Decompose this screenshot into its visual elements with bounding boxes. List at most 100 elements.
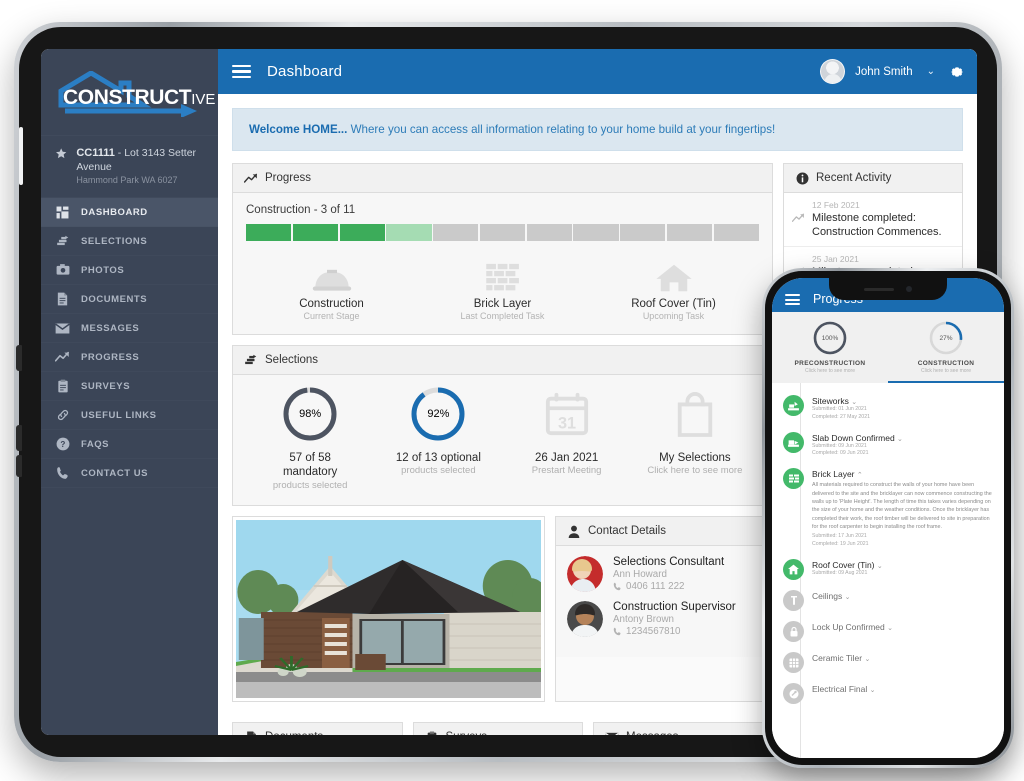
progress-step[interactable]: Brick Layer ⌃ All materials required to c… <box>772 464 1004 555</box>
gear-icon[interactable] <box>949 64 965 80</box>
step-meta: Submitted: 09 Aug 2021 <box>812 570 868 577</box>
progress-step[interactable]: Ceilings ⌄ <box>772 586 1004 617</box>
logo-main: CONSTRUCT <box>63 86 192 109</box>
contact-card-header: Contact Details <box>556 517 772 547</box>
link-icon <box>55 408 70 423</box>
construction-ring: 27% <box>928 320 964 356</box>
chevron-icon[interactable]: ⌄ <box>877 563 883 570</box>
activity-item[interactable]: 12 Feb 2021 Milestone completed: Construc… <box>784 193 962 248</box>
step-content: Slab Down Confirmed ⌄ Submitted: 09 Jun 2… <box>812 432 903 459</box>
bottom-cards-row: Documents <box>232 722 773 735</box>
chevron-icon[interactable]: ⌃ <box>857 472 863 479</box>
sidebar-item-useful-links[interactable]: USEFUL LINKS <box>41 401 218 431</box>
progress-step[interactable]: Ceramic Tiler ⌄ <box>772 648 1004 679</box>
progress-step[interactable]: Siteworks ⌄ Submitted: 01 Jun 2021 Complet… <box>772 391 1004 428</box>
chevron-icon[interactable]: ⌄ <box>845 594 851 601</box>
hamburger-icon[interactable] <box>232 64 251 79</box>
excavator-icon <box>783 395 804 416</box>
activity-text: Milestone completed: Construction Commen… <box>812 212 942 239</box>
chevron-icon[interactable]: ⌄ <box>870 687 876 694</box>
progress-segment <box>573 224 619 241</box>
contact-role: Construction Supervisor <box>613 601 736 614</box>
progress-step[interactable]: Slab Down Confirmed ⌄ Submitted: 09 Jun 2… <box>772 428 1004 465</box>
mandatory-percent: 98% <box>299 408 322 420</box>
contact-phone-row[interactable]: 1234567810 <box>613 626 736 637</box>
front-camera-icon <box>906 286 912 292</box>
step-meta: Completed: 09 Jun 2021 <box>812 450 869 457</box>
tab-preconstruction[interactable]: 100% PRECONSTRUCTION Click here to see m… <box>772 312 888 383</box>
progress-stage-current: Construction Current Stage <box>246 257 417 321</box>
tablet-volume-up-button[interactable] <box>16 345 22 371</box>
sidebar-item-documents[interactable]: DOCUMENTS <box>41 285 218 315</box>
selections-card-header: Selections <box>233 346 772 375</box>
welcome-rest: Where you can access all information rel… <box>347 123 776 136</box>
messages-card-header: Messages <box>594 723 772 735</box>
ceiling-icon <box>783 590 804 612</box>
avatar[interactable] <box>820 59 846 84</box>
envelope-icon <box>55 321 70 336</box>
sidebar-item-photos[interactable]: PHOTOS <box>41 256 218 286</box>
page-title: Dashboard <box>267 63 343 80</box>
tablet-volume-down-button[interactable] <box>16 425 22 451</box>
progress-step[interactable]: Lock Up Confirmed ⌄ <box>772 617 1004 648</box>
progress-step[interactable]: Roof Cover (Tin) ⌄ Submitted: 09 Aug 2021 <box>772 555 1004 586</box>
plug-icon <box>783 683 804 705</box>
messages-card-title: Messages <box>626 731 678 735</box>
trend-icon <box>244 171 258 185</box>
tablet-power-button[interactable] <box>16 455 22 477</box>
step-content: Roof Cover (Tin) ⌄ Submitted: 09 Aug 2021 <box>812 559 883 580</box>
prestart-sub: Prestart Meeting <box>531 465 602 477</box>
sidebar-item-progress[interactable]: PROGRESS <box>41 343 218 373</box>
contact-name: Antony Brown <box>613 614 674 626</box>
surveys-card-title: Surveys <box>446 731 488 735</box>
documents-card[interactable]: Documents <box>232 722 403 735</box>
project-selector[interactable]: CC1111 - Lot 3143 Setter Avenue Hammond … <box>41 135 218 199</box>
welcome-bold: Welcome HOME... <box>249 123 348 136</box>
sidebar-item-faqs[interactable]: ? FAQS <box>41 430 218 460</box>
chevron-icon[interactable]: ⌄ <box>851 399 857 406</box>
phone-progress-list[interactable]: Siteworks ⌄ Submitted: 01 Jun 2021 Complet… <box>772 383 1004 758</box>
logo-wrap: CONSTRUCTIVE <box>41 49 218 135</box>
house-illustration <box>236 520 541 699</box>
sidebar-item-label: SURVEYS <box>81 380 131 392</box>
chevron-icon[interactable]: ⌄ <box>897 436 903 443</box>
question-icon: ? <box>55 437 70 452</box>
selections-row: 98% 57 of 58 mandatory products selected <box>246 386 759 492</box>
contact-person: Construction Supervisor Antony Brown 123… <box>567 601 761 638</box>
surveys-card[interactable]: Surveys <box>412 722 583 735</box>
progress-card-body: Construction - 3 of 11 Construction Curr… <box>233 193 772 334</box>
house-icon <box>783 559 804 581</box>
step-title: Lock Up Confirmed ⌄ <box>812 622 893 633</box>
logo-suffix: IVE <box>191 91 216 108</box>
phone-tabs: 100% PRECONSTRUCTION Click here to see m… <box>772 312 1004 383</box>
sidebar-item-dashboard[interactable]: DASHBOARD <box>41 198 218 228</box>
stage-sub: Last Completed Task <box>460 311 545 321</box>
sidebar-item-contact-us[interactable]: CONTACT US <box>41 459 218 489</box>
sidebar-item-messages[interactable]: MESSAGES <box>41 314 218 344</box>
tab-construction[interactable]: 27% CONSTRUCTION Click here to see more <box>888 312 1004 383</box>
progress-step[interactable]: Electrical Final ⌄ <box>772 679 1004 710</box>
progress-segment <box>339 224 385 241</box>
messages-card[interactable]: Messages <box>593 722 773 735</box>
house-image-card <box>232 516 545 703</box>
star-icon <box>56 148 67 159</box>
selection-my-selections[interactable]: My Selections Click here to see more <box>631 386 759 492</box>
sidebar-item-selections[interactable]: SELECTIONS <box>41 227 218 257</box>
contact-phone-row[interactable]: 0406 111 222 <box>613 581 724 592</box>
chevron-down-icon[interactable]: ⌄ <box>923 66 939 77</box>
selection-optional[interactable]: 92% 12 of 13 optional products selected <box>374 386 502 492</box>
chevron-icon[interactable]: ⌄ <box>864 656 870 663</box>
recent-activity-title: Recent Activity <box>816 172 892 184</box>
progress-segment <box>526 224 572 241</box>
chevron-icon[interactable]: ⌄ <box>887 625 893 632</box>
activity-date: 25 Jan 2021 <box>812 254 859 265</box>
phone-icon <box>613 582 621 591</box>
hamburger-icon[interactable] <box>785 294 800 305</box>
selection-prestart[interactable]: 31 26 Jan 2021 Prestart Meeting <box>503 386 631 492</box>
top-bar-right: John Smith ⌄ <box>820 59 965 84</box>
camera-icon <box>55 263 70 278</box>
sidebar-item-surveys[interactable]: SURVEYS <box>41 372 218 402</box>
selection-mandatory[interactable]: 98% 57 of 58 mandatory products selected <box>246 386 374 492</box>
progress-segment <box>713 224 759 241</box>
house-icon <box>588 257 759 293</box>
